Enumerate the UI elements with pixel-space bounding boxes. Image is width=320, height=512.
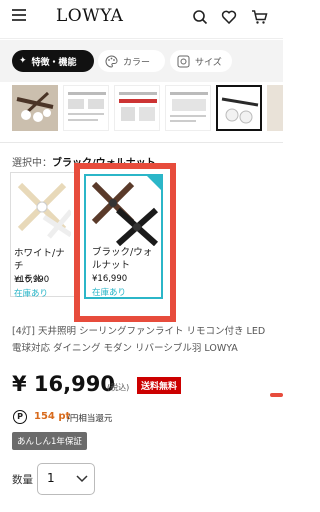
side-edge-marker	[270, 393, 283, 397]
cart-icon[interactable]	[251, 9, 268, 25]
variant-card-white-natural[interactable]: ホワイト/ナチ ュラル ¥16,990 在庫あり	[10, 172, 75, 299]
thumbnail-fan-photo[interactable]	[12, 85, 58, 131]
quantity-label: 数量	[12, 474, 33, 486]
chevron-down-icon	[76, 475, 88, 483]
sparkle-icon: ✦	[19, 56, 27, 66]
thumbnail-spec-2[interactable]	[114, 85, 160, 131]
chip-features[interactable]: ✦ 特徴・機能	[12, 50, 94, 72]
thumbnail-spec-3[interactable]	[165, 85, 211, 131]
search-icon[interactable]	[192, 9, 208, 25]
quantity-select[interactable]: 1	[37, 463, 95, 495]
thumbnail-spec-1[interactable]	[63, 85, 109, 131]
app-header: LOWYA	[0, 0, 283, 39]
chip-label: カラー	[123, 57, 151, 68]
brand-logo[interactable]: LOWYA	[56, 6, 123, 26]
thumbnail-fan-selected[interactable]	[216, 85, 262, 131]
points-note: /円相当還元	[67, 414, 113, 424]
thumbnail-partial[interactable]	[267, 85, 283, 131]
free-shipping-badge: 送料無料	[137, 377, 182, 394]
highlight-box	[74, 163, 176, 322]
feature-chips-row: ✦ 特徴・機能 カラー サイズ	[0, 40, 283, 82]
size-icon	[177, 55, 190, 67]
fan-image-white	[17, 182, 71, 239]
variant-stock: 在庫あり	[14, 289, 49, 299]
divider	[0, 142, 283, 143]
menu-icon[interactable]	[12, 9, 26, 21]
tax-note: (税込)	[107, 383, 130, 392]
chip-label: サイズ	[195, 57, 222, 68]
chip-color[interactable]: カラー	[98, 50, 165, 72]
points-icon: P	[13, 410, 27, 424]
variant-price: ¥16,990	[14, 275, 50, 285]
quantity-value: 1	[47, 471, 55, 485]
product-title: [4灯] 天井照明 シーリングファンライト リモコン付き LED電球対応 ダイニ…	[12, 326, 266, 354]
points-value: 154 pt	[34, 411, 71, 422]
warranty-badge: あんしん1年保証	[12, 432, 87, 450]
image-thumbnail-strip	[0, 85, 283, 135]
selection-prefix: 選択中：	[12, 158, 52, 169]
chip-size[interactable]: サイズ	[170, 50, 232, 72]
palette-icon	[105, 54, 118, 68]
product-price: ¥ 16,990	[12, 372, 115, 396]
heart-icon[interactable]	[221, 9, 237, 25]
chip-label: 特徴・機能	[31, 57, 77, 68]
